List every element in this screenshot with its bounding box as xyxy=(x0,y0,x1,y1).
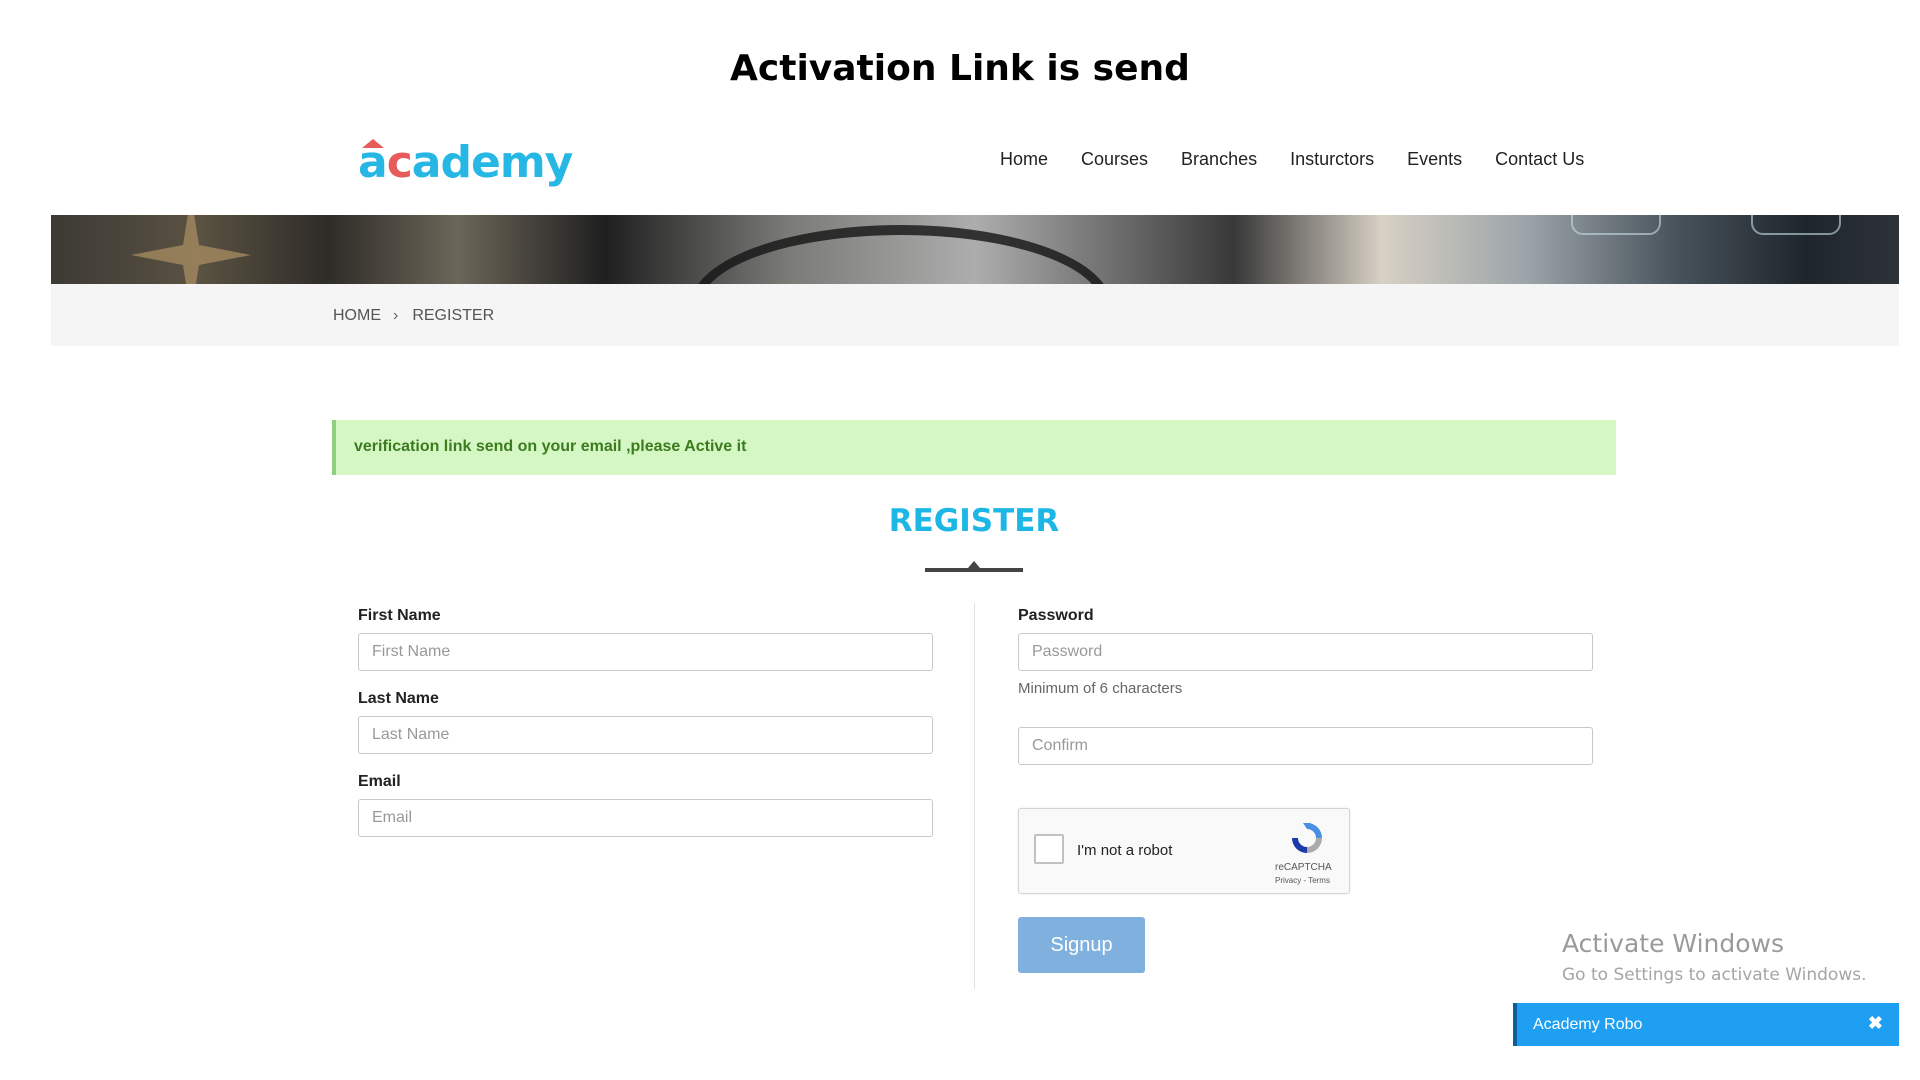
nav-instructors[interactable]: Insturctors xyxy=(1290,149,1374,170)
hexagon-shape xyxy=(1571,215,1661,235)
compass-star-icon xyxy=(131,215,251,284)
password-label: Password xyxy=(1018,607,1094,624)
chat-widget-name: Academy Robo xyxy=(1533,1016,1643,1033)
heading-underline xyxy=(925,568,1023,572)
main-nav: Home Courses Branches Insturctors Events… xyxy=(1000,149,1584,170)
academy-logo[interactable]: academy xyxy=(358,131,573,188)
password-help-text: Minimum of 6 characters xyxy=(1018,680,1183,697)
recaptcha-brand: reCAPTCHA xyxy=(1275,862,1332,873)
nav-courses[interactable]: Courses xyxy=(1081,149,1148,170)
activate-windows-title: Activate Windows xyxy=(1562,929,1784,958)
graduation-cap-icon xyxy=(362,139,384,148)
chat-widget-bar[interactable]: Academy Robo ✖ xyxy=(1513,1003,1899,1046)
recaptcha-label: I'm not a robot xyxy=(1077,842,1173,859)
signup-button[interactable]: Signup xyxy=(1018,917,1145,973)
first-name-label: First Name xyxy=(358,607,441,624)
nav-home[interactable]: Home xyxy=(1000,149,1048,170)
breadcrumb-home[interactable]: HOME xyxy=(333,307,381,325)
email-label: Email xyxy=(358,773,401,790)
email-field[interactable] xyxy=(358,799,933,837)
breadcrumb-bar: HOME › REGISTER xyxy=(51,284,1899,346)
chevron-right-icon: › xyxy=(393,307,399,324)
header-banner-image xyxy=(51,215,1899,284)
recaptcha-icon xyxy=(1292,823,1322,853)
lens-ring xyxy=(691,225,1111,284)
first-name-field[interactable] xyxy=(358,633,933,671)
password-field[interactable] xyxy=(1018,633,1593,671)
nav-events[interactable]: Events xyxy=(1407,149,1462,170)
hexagon-shape xyxy=(1751,215,1841,235)
alert-message: verification link send on your email ,pl… xyxy=(354,438,747,455)
success-alert: verification link send on your email ,pl… xyxy=(332,420,1616,475)
confirm-password-field[interactable] xyxy=(1018,727,1593,765)
column-divider xyxy=(974,603,975,989)
logo-text: academy xyxy=(358,137,573,188)
close-icon[interactable]: ✖ xyxy=(1868,1013,1883,1034)
register-heading: REGISTER xyxy=(888,503,1060,539)
last-name-label: Last Name xyxy=(358,690,439,707)
heading-underline-notch xyxy=(968,561,980,568)
page-title: Activation Link is send xyxy=(730,48,1190,89)
recaptcha-terms[interactable]: Privacy - Terms xyxy=(1275,876,1330,885)
nav-contact-us[interactable]: Contact Us xyxy=(1495,149,1584,170)
recaptcha-widget: I'm not a robot reCAPTCHA Privacy - Term… xyxy=(1018,808,1350,894)
activate-windows-subtitle: Go to Settings to activate Windows. xyxy=(1562,965,1867,985)
recaptcha-checkbox[interactable] xyxy=(1034,834,1064,864)
breadcrumb-current: REGISTER xyxy=(412,307,495,324)
nav-branches[interactable]: Branches xyxy=(1181,149,1257,170)
last-name-field[interactable] xyxy=(358,716,933,754)
breadcrumb: HOME › REGISTER xyxy=(333,307,494,325)
